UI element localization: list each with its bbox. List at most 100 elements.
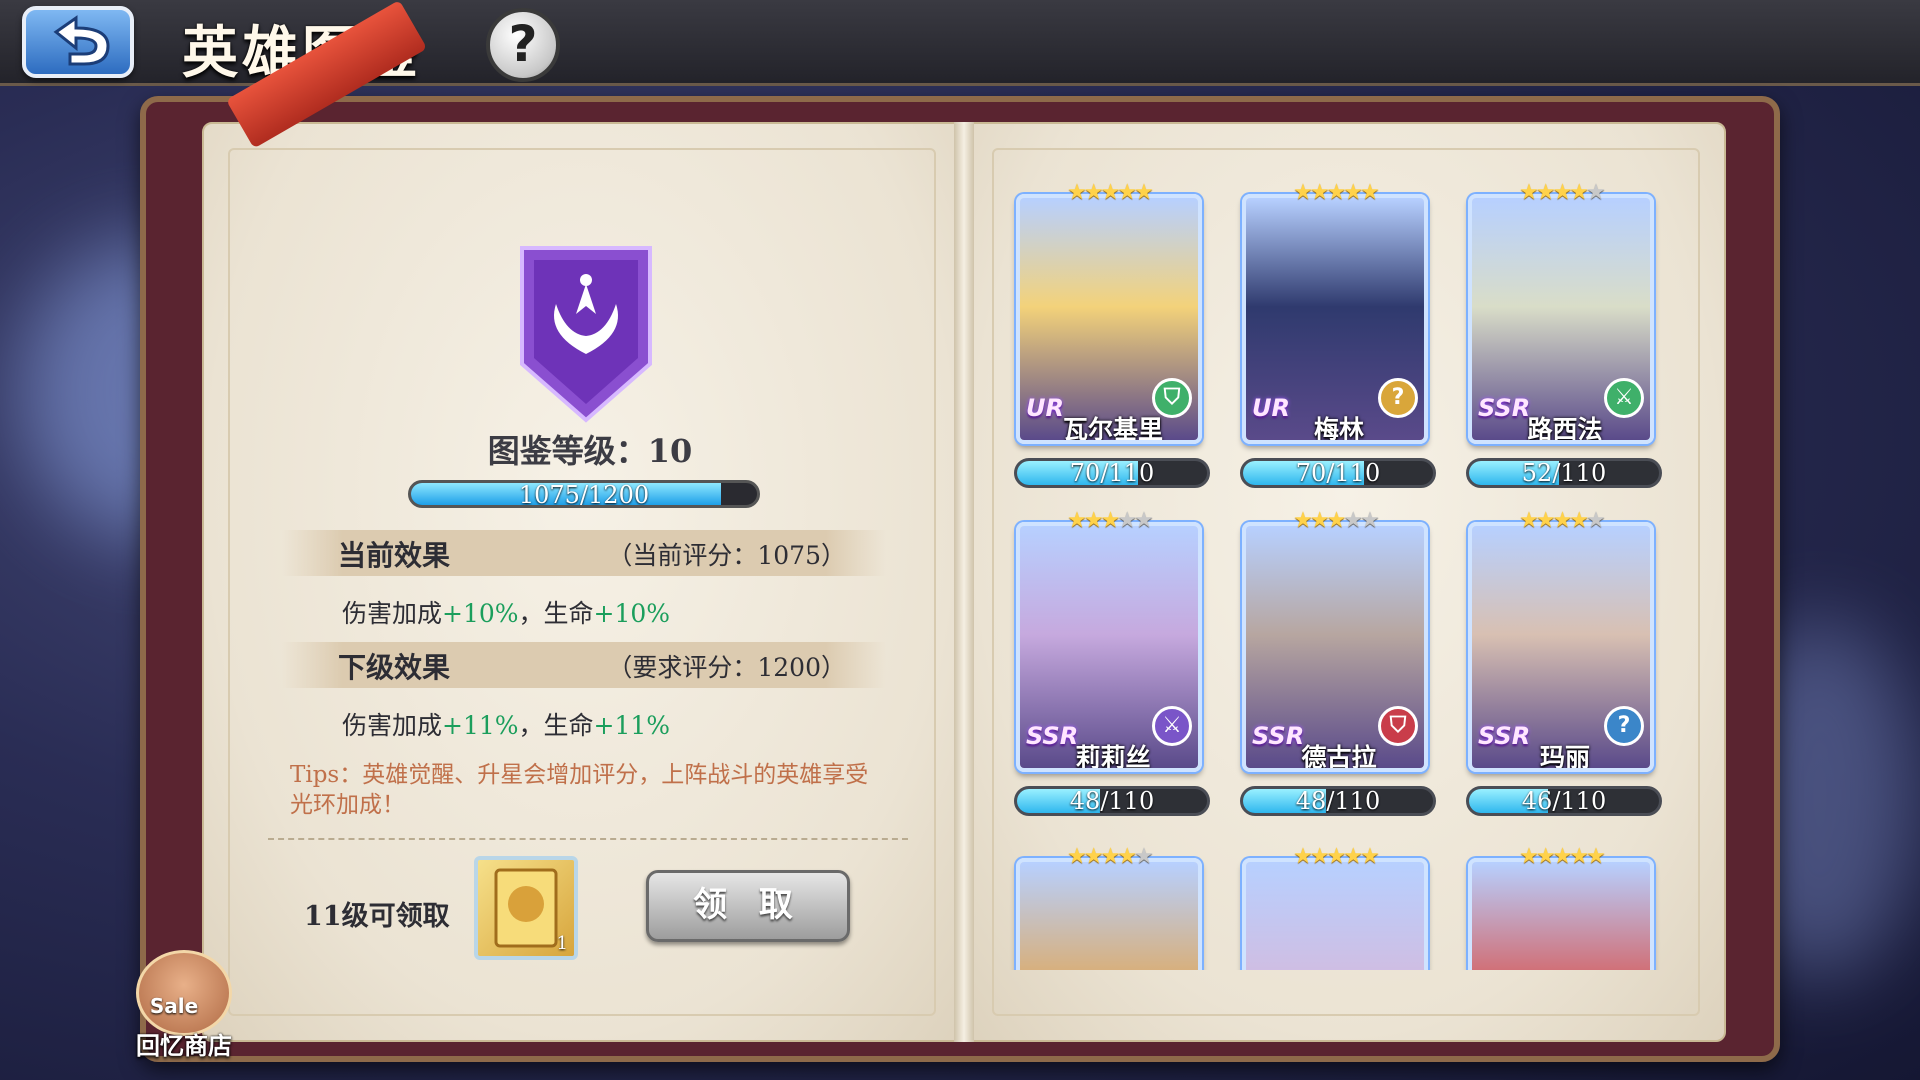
hero-stars: ★★★★★	[1052, 180, 1166, 206]
star-icon: ★	[1117, 180, 1137, 205]
hero-portrait-frame: SSR ⛉ 德古拉	[1242, 522, 1428, 772]
current-effect-score: （当前评分：1075）	[607, 541, 846, 570]
hero-stars: ★★★★★	[1504, 508, 1618, 534]
tips-text: Tips：英雄觉醒、升星会增加评分，上阵战斗的英雄享受光环加成！	[290, 762, 869, 818]
star-icon: ★	[1343, 180, 1363, 205]
star-icon: ★	[1100, 508, 1121, 533]
hero-portrait-frame: SSR ⚔ 莉莉丝	[1016, 522, 1202, 772]
star-icon: ★	[1360, 508, 1380, 533]
claim-button[interactable]: 领 取	[646, 870, 850, 942]
star-icon: ★	[1293, 508, 1313, 533]
star-icon: ★	[1117, 844, 1137, 869]
hero-stars: ★★★★★	[1052, 508, 1166, 534]
hero-portrait	[1246, 862, 1424, 970]
hero-stars: ★★★★★	[1504, 180, 1618, 206]
star-icon: ★	[1100, 844, 1121, 869]
effect-separator: ，生命	[518, 599, 594, 628]
memory-shop-label: 回忆商店	[136, 1031, 232, 1060]
reward-count: 1	[556, 933, 568, 954]
star-icon: ★	[1326, 508, 1347, 533]
hero-progress-text: 52/110	[1521, 459, 1607, 487]
star-icon: ★	[1535, 508, 1556, 533]
hero-portrait-frame	[1468, 858, 1654, 970]
star-icon: ★	[1067, 180, 1087, 205]
star-icon: ★	[1552, 844, 1573, 869]
star-icon: ★	[1067, 844, 1087, 869]
star-icon: ★	[1360, 180, 1380, 205]
current-effect-band: 当前效果 （当前评分：1075）	[282, 530, 886, 576]
star-icon: ★	[1067, 508, 1087, 533]
shop-icon	[136, 950, 232, 1036]
next-effect-band: 下级效果 （要求评分：1200）	[282, 642, 886, 688]
hero-stars: ★★★★★	[1278, 180, 1392, 206]
hero-progress-text: 70/110	[1295, 459, 1381, 487]
hero-stars: ★★★★★	[1504, 844, 1618, 870]
hero-portrait-frame	[1242, 858, 1428, 970]
star-icon: ★	[1569, 180, 1589, 205]
star-icon: ★	[1134, 180, 1154, 205]
star-icon: ★	[1519, 180, 1539, 205]
star-icon: ★	[1309, 180, 1330, 205]
star-icon: ★	[1569, 844, 1589, 869]
star-icon: ★	[1083, 180, 1104, 205]
help-button[interactable]: ?	[486, 8, 560, 82]
effect-damage-value: +11%	[442, 711, 519, 740]
star-icon: ★	[1083, 844, 1104, 869]
memory-shop-button[interactable]: Sale 回忆商店	[126, 950, 242, 1060]
reward-level-label: 11级可领取	[304, 901, 450, 932]
hero-portrait-frame: SSR? 玛丽	[1468, 522, 1654, 772]
next-effect-score: （要求评分：1200）	[607, 653, 846, 682]
hero-name: 瓦尔基里	[1062, 415, 1163, 444]
hero-portrait	[1472, 862, 1650, 970]
hero-name: 玛丽	[1539, 743, 1590, 772]
effect-life-value: +10%	[593, 599, 671, 628]
codex-level-label: 图鉴等级：10	[487, 432, 693, 470]
hero-shard-progress: 48/110	[1014, 786, 1210, 816]
effect-prefix: 伤害加成	[342, 711, 443, 740]
back-arrow-icon	[53, 15, 110, 66]
hero-portrait-frame: SSR ⚔ 路西法	[1468, 194, 1654, 444]
reward-item[interactable]: 1	[474, 856, 578, 960]
star-icon: ★	[1552, 508, 1573, 533]
star-icon: ★	[1293, 844, 1313, 869]
star-icon: ★	[1100, 180, 1121, 205]
star-icon: ★	[1360, 844, 1380, 869]
hero-name: 路西法	[1527, 415, 1603, 444]
hero-grid-partial-row: ★★★★★ ★★★★★ ★★★★★	[990, 840, 1690, 970]
divider	[268, 838, 908, 840]
hero-shard-progress: 48/110	[1240, 786, 1436, 816]
hero-name: 梅林	[1313, 415, 1364, 444]
star-icon: ★	[1309, 844, 1330, 869]
codex-emblem-icon	[520, 246, 652, 423]
star-icon: ★	[1535, 180, 1556, 205]
star-icon: ★	[1519, 508, 1539, 533]
effect-life-value: +11%	[593, 711, 671, 740]
current-effect-text: 伤害加成+10%，生命+10%	[342, 594, 670, 630]
star-icon: ★	[1569, 508, 1589, 533]
star-icon: ★	[1134, 508, 1154, 533]
hero-shard-progress: 70/110	[1240, 458, 1436, 488]
hero-portrait-frame	[1016, 858, 1202, 970]
hero-shard-progress: 46/110	[1466, 786, 1662, 816]
codex-xp-bar: 1075/1200	[408, 480, 760, 508]
hero-progress-text: 46/110	[1521, 787, 1607, 815]
hero-progress-text: 70/110	[1069, 459, 1155, 487]
hero-stars: ★★★★★	[1278, 508, 1392, 534]
effect-separator: ，生命	[518, 711, 594, 740]
back-button[interactable]	[22, 6, 134, 78]
star-icon: ★	[1117, 508, 1137, 533]
hero-progress-text: 48/110	[1295, 787, 1381, 815]
current-effect-title: 当前效果	[338, 539, 451, 572]
star-icon: ★	[1535, 844, 1556, 869]
hero-name: 莉莉丝	[1075, 743, 1151, 772]
star-icon: ★	[1134, 844, 1154, 869]
effect-damage-value: +10%	[442, 599, 519, 628]
star-icon: ★	[1586, 508, 1606, 533]
hero-name: 德古拉	[1301, 743, 1377, 772]
star-icon: ★	[1343, 508, 1363, 533]
hero-shard-progress: 52/110	[1466, 458, 1662, 488]
star-icon: ★	[1586, 180, 1606, 205]
hero-shard-progress: 70/110	[1014, 458, 1210, 488]
codex-xp-text: 1075/1200	[518, 481, 650, 508]
star-icon: ★	[1552, 180, 1573, 205]
